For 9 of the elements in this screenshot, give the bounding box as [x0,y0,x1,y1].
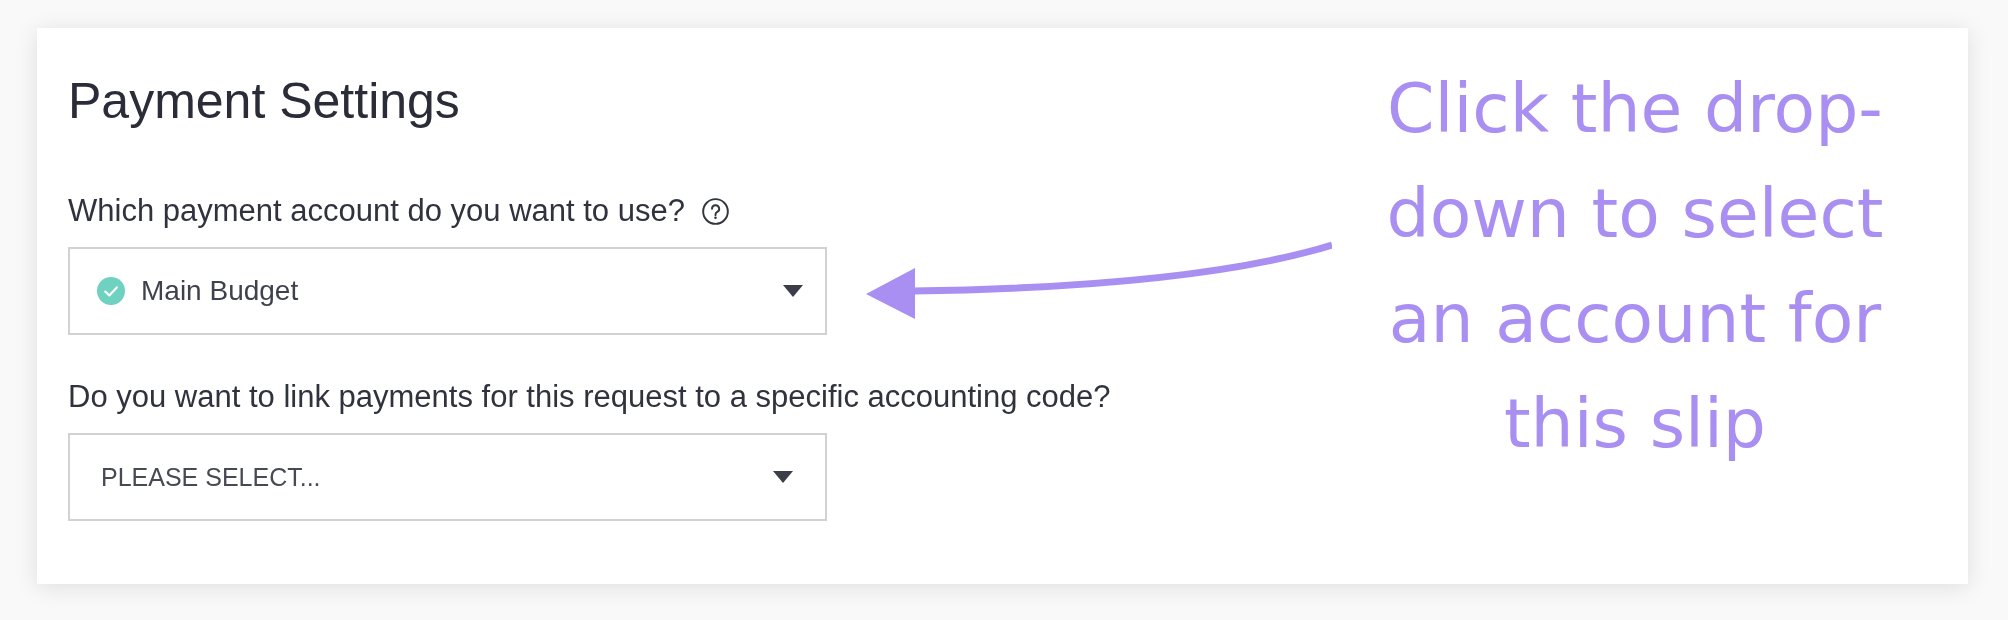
caret-icon [783,285,803,297]
annotation-text: Click the drop-down to select an account for this slip [1385,68,1885,465]
caret-icon [773,471,793,483]
question-label: Do you want to link payments for this request to a specific accounting code? [68,378,1111,416]
help-icon[interactable] [701,197,729,225]
dropdown[interactable]: PLEASE SELECT... [68,433,827,521]
section-title: Payment Settings [68,72,460,131]
question-label: Which payment account do you want to use? [68,192,685,230]
dropdown[interactable]: Main Budget [68,247,827,335]
